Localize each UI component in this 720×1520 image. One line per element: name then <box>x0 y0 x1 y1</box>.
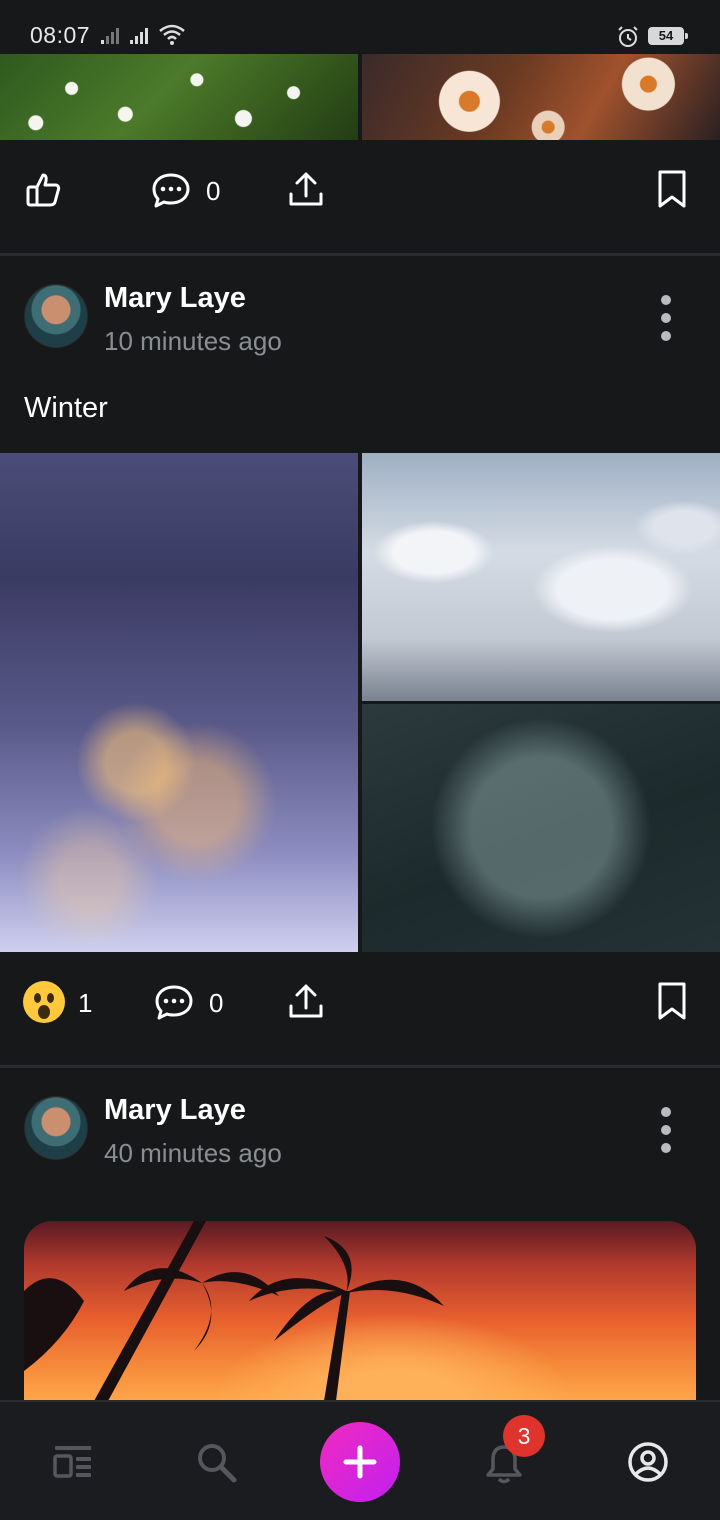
palm-sunset-image[interactable] <box>24 1221 696 1401</box>
bookmark-icon[interactable] <box>652 168 692 208</box>
share-icon[interactable] <box>286 170 326 210</box>
snowflake-image[interactable] <box>362 704 720 952</box>
snowy-forest-image[interactable] <box>362 453 720 701</box>
add-post-button[interactable] <box>320 1422 400 1502</box>
battery-icon: 54 <box>648 27 688 45</box>
post-header: Mary Laye 10 minutes ago <box>0 280 720 360</box>
post-time: 10 minutes ago <box>104 326 282 356</box>
palm-silhouette <box>24 1221 444 1401</box>
author-name[interactable]: Mary Laye <box>104 1094 246 1127</box>
search-icon[interactable] <box>194 1440 238 1484</box>
comment-count: 0 <box>206 176 221 206</box>
status-time: 08:07 <box>30 22 91 48</box>
post-header: Mary Laye 40 minutes ago <box>0 1092 720 1172</box>
signal-icon <box>101 28 119 44</box>
status-bar: 08:07 54 <box>0 0 720 54</box>
bottom-navigation: 3 <box>0 1400 720 1520</box>
notification-badge: 3 <box>503 1415 545 1457</box>
daisy-sunset-image[interactable] <box>362 54 720 140</box>
avatar[interactable] <box>24 284 88 348</box>
daisy-field-image[interactable] <box>0 54 358 140</box>
post-divider <box>0 1065 720 1068</box>
profile-icon[interactable] <box>626 1440 670 1484</box>
feed-icon[interactable] <box>52 1440 96 1484</box>
comment-count: 0 <box>209 988 224 1018</box>
more-options-icon[interactable] <box>656 1107 676 1157</box>
share-icon[interactable] <box>286 982 326 1022</box>
post-divider <box>0 253 720 256</box>
signal-icon <box>130 28 148 44</box>
alarm-icon <box>618 26 638 47</box>
bookmark-icon[interactable] <box>652 980 692 1020</box>
snowy-village-image[interactable] <box>0 453 358 952</box>
astonished-emoji[interactable] <box>23 981 65 1023</box>
wifi-icon <box>159 24 185 45</box>
like-icon[interactable] <box>24 170 64 210</box>
avatar[interactable] <box>24 1096 88 1160</box>
post-text: Winter <box>24 392 108 424</box>
plus-icon <box>343 1445 377 1479</box>
author-name[interactable]: Mary Laye <box>104 282 246 315</box>
comment-icon[interactable] <box>151 170 191 210</box>
comment-icon[interactable] <box>154 982 194 1022</box>
reaction-count: 1 <box>78 988 93 1018</box>
post-time: 40 minutes ago <box>104 1138 282 1168</box>
more-options-icon[interactable] <box>656 295 676 345</box>
